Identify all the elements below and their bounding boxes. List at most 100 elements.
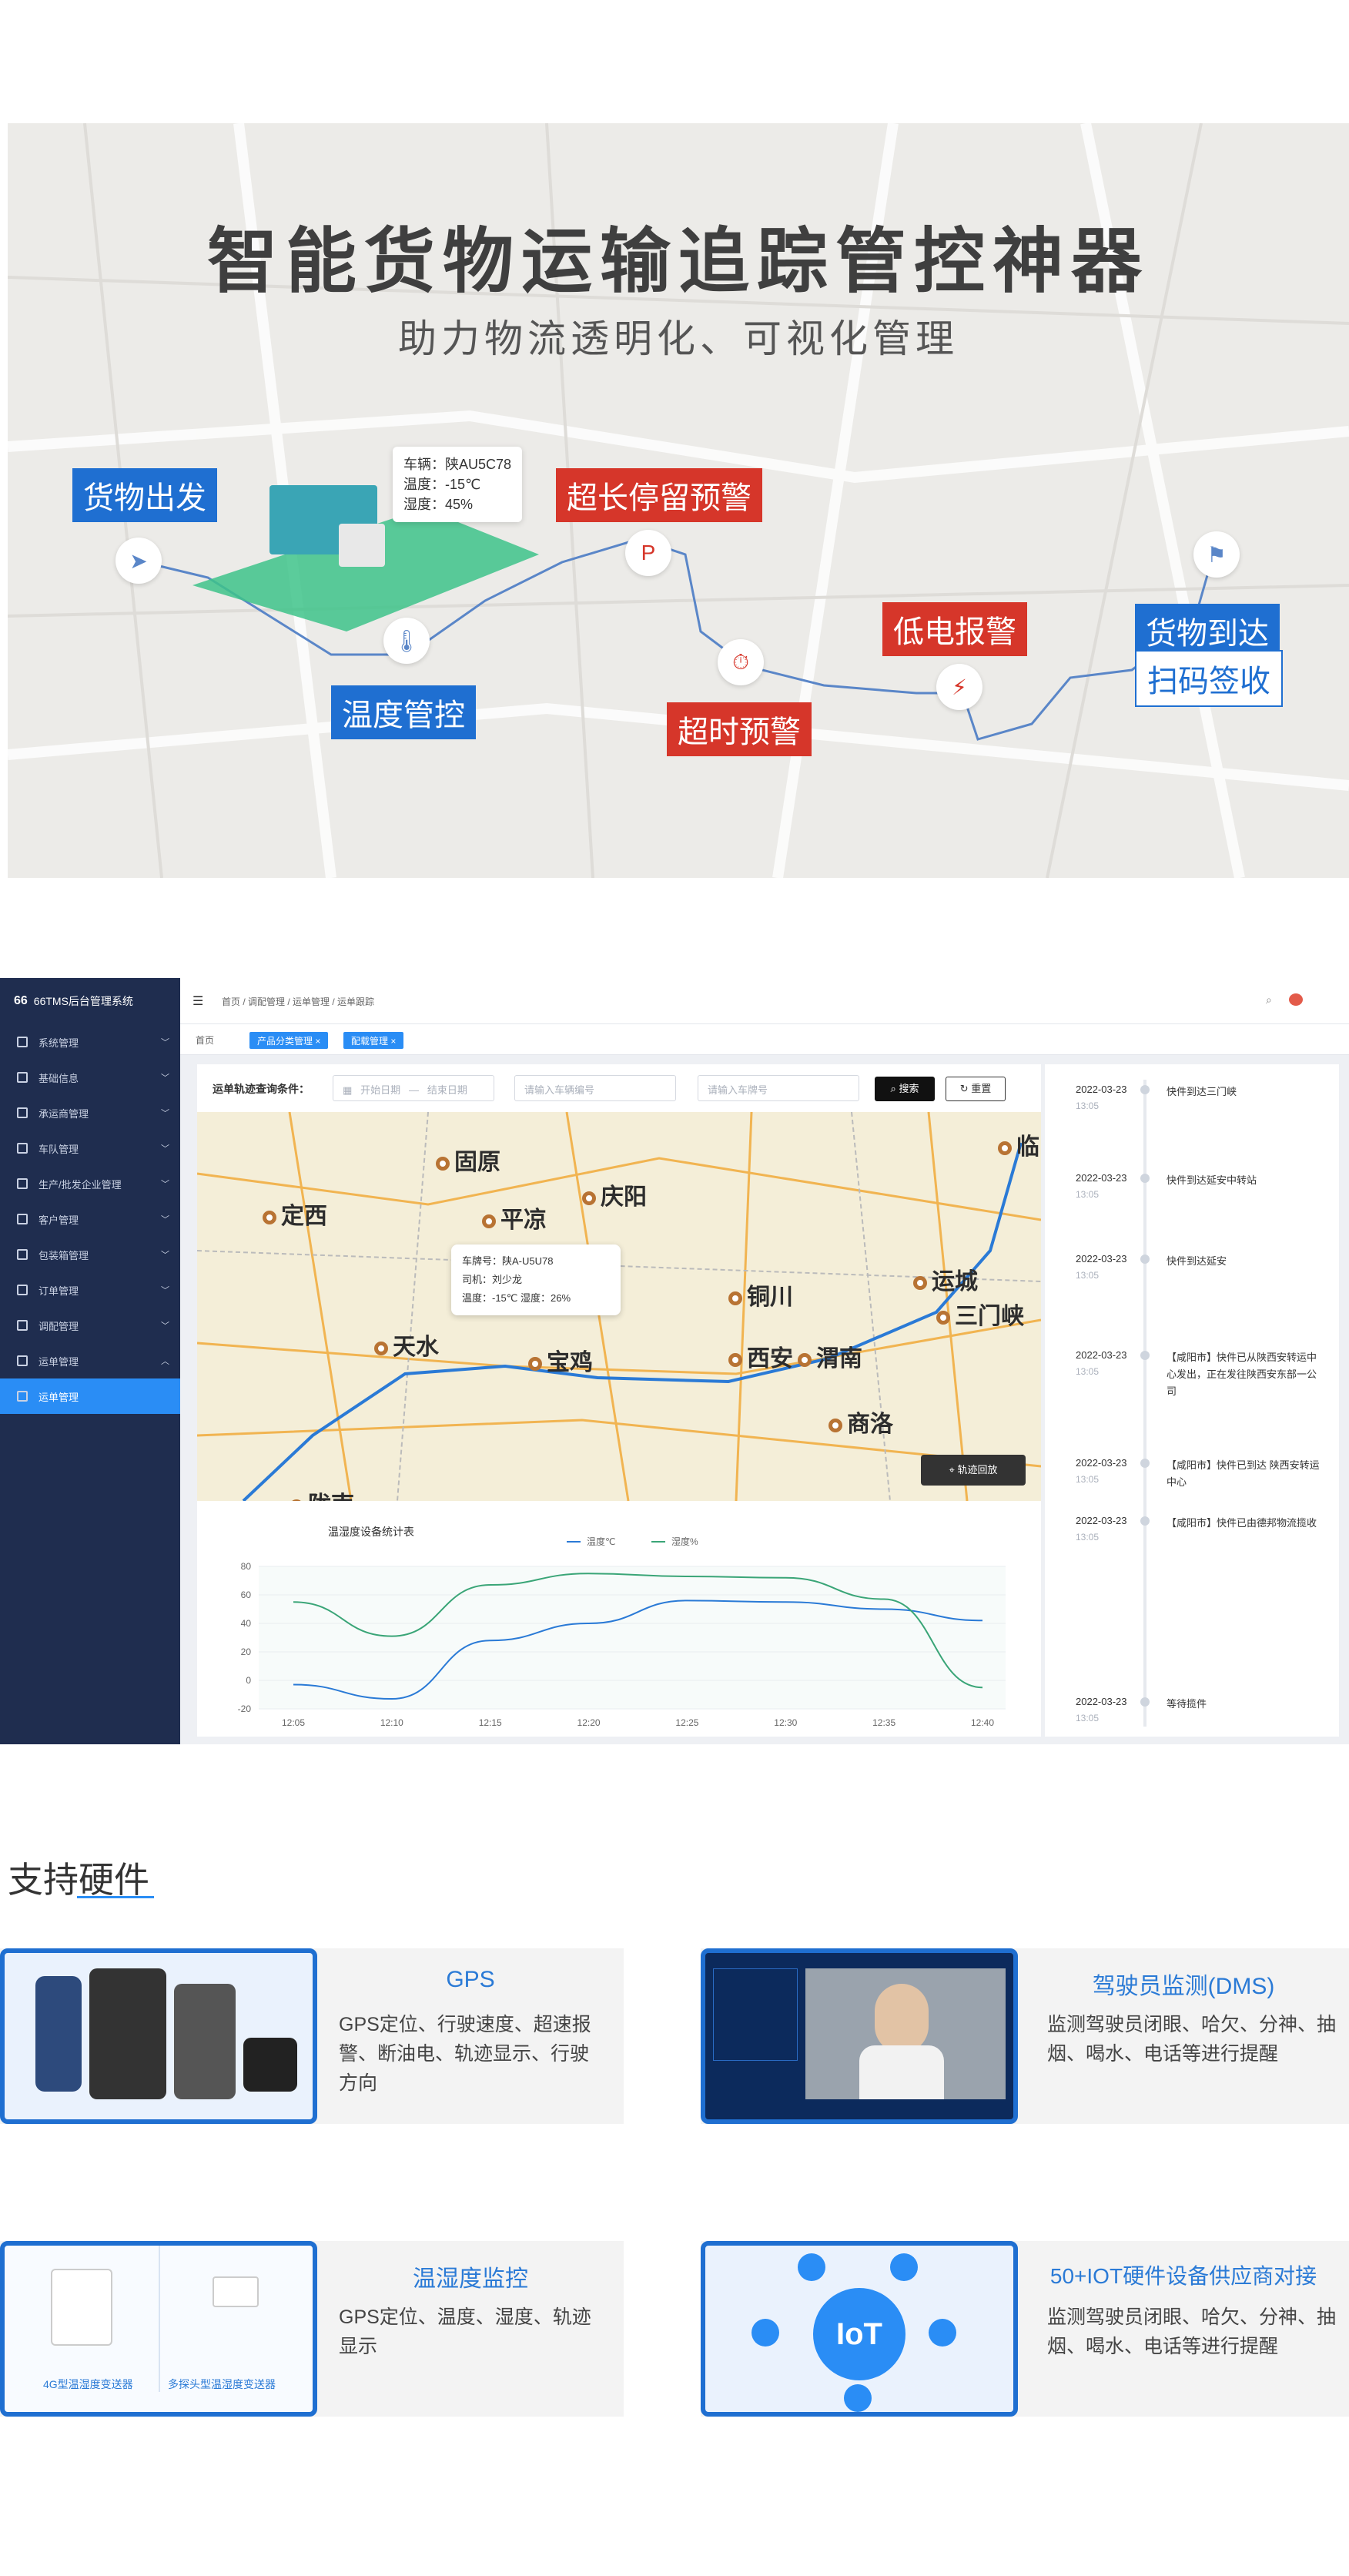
sidebar-item-1[interactable]: 基础信息 ﹀ [0,1060,180,1095]
chevron-down-icon: ﹀ [161,1251,169,1260]
menu-icon [17,1320,28,1331]
city-marker-icon [936,1311,950,1325]
chevron-down-icon: ﹀ [161,1215,169,1224]
sidebar-item-label: 调配管理 [38,1320,79,1332]
timeline-date: 2022-03-23 [1076,1172,1127,1184]
city-label: 庆阳 [601,1184,647,1210]
map-city: 天水 [374,1328,439,1362]
menu-icon [17,1178,28,1189]
menu-icon [17,1143,28,1154]
timeline-time: 13:05 [1076,1713,1100,1723]
sidebar-item-2[interactable]: 承运商管理 ﹀ [0,1095,180,1131]
topbar: ☰ 首页 / 调配管理 / 运单管理 / 运单跟踪 ⌕ [180,978,1349,1024]
city-label: 定西 [281,1204,327,1229]
timeline-node [1140,1459,1150,1468]
avatar[interactable] [1289,993,1303,1006]
search-button[interactable]: ⌕ 搜索 [875,1077,935,1101]
x-tick-label: 12:10 [380,1717,403,1728]
timeline-date: 2022-03-23 [1076,1253,1127,1265]
timeline-date: 2022-03-23 [1076,1696,1127,1707]
hardware-name-gps: GPS [446,1967,495,1992]
sidebar-item-label: 运单管理 [38,1355,79,1368]
timeline-text: 【咸阳市】快件已到达 陕西安转运中心 [1167,1459,1320,1488]
city-label: 临 [1016,1134,1039,1160]
city-marker-icon [263,1211,276,1225]
tab-loading[interactable]: 配载管理 × [343,1032,404,1049]
route-map[interactable]: 固原庆阳定西 平凉 临铜川 运城三门峡天水宝鸡 西安渭南商洛陇南 车牌号：陕A-U5U7… [197,1112,1041,1501]
timeline-text: 快件到达三门峡 [1167,1086,1237,1097]
y-tick-label: 40 [241,1618,252,1629]
hardware-card-gps: GPS GPS定位、行驶速度、超速报警、断油电、轨迹显示、行驶方向 [0,1948,624,2124]
x-tick-label: 12:05 [282,1717,305,1728]
timeline-node [1140,1085,1150,1094]
track-replay-button[interactable]: ⌖ 轨迹回放 [921,1455,1026,1486]
plot-area [259,1566,1006,1709]
map-city: 定西 [263,1197,327,1231]
flag-pin-icon: ⚑ [1193,531,1240,578]
timeline-time: 13:05 [1076,1474,1100,1485]
reset-button-label: 重置 [971,1083,992,1094]
sidebar-item-7[interactable]: 订单管理 ﹀ [0,1272,180,1308]
hardware-card-iot: IoT 50+IOT硬件设备供应商对接 监测驾驶员闭眼、哈欠、分神、抽烟、喝水、… [701,2241,1349,2417]
city-label: 宝鸡 [547,1350,593,1375]
popup-driver: 司机：刘少龙 [462,1274,523,1285]
dms-camera-image [701,1948,1018,2124]
sidebar-item-3[interactable]: 车队管理 ﹀ [0,1131,180,1166]
legend-label-0: 温度℃ [587,1536,615,1547]
menu-icon [17,1107,28,1118]
timeline-time: 13:05 [1076,1100,1100,1111]
city-label: 三门峡 [955,1304,1024,1329]
x-tick-label: 12:40 [971,1717,994,1728]
vehicle-number-input[interactable]: 请输入车辆编号 [514,1075,676,1101]
arrow-pin-icon: ➤ [115,538,162,584]
timeline-time: 13:05 [1076,1532,1100,1543]
map-city: 三门峡 [936,1297,1024,1331]
date-range-input[interactable]: ▦ 开始日期 — 结束日期 [333,1075,494,1101]
tab-home[interactable]: 首页 [196,1033,214,1047]
iot-icon: IoT [813,2288,905,2380]
sidebar-item-0[interactable]: 系统管理 ﹀ [0,1024,180,1060]
timeline-node [1140,1697,1150,1707]
sidebar-item-label: 承运商管理 [38,1107,89,1120]
city-label: 西安 [747,1346,793,1372]
sidebar-item-label: 客户管理 [38,1214,79,1226]
sidebar-item-label: 生产/批发企业管理 [38,1178,122,1191]
menu-icon [17,1391,28,1402]
sidebar-item-4[interactable]: 生产/批发企业管理 ﹀ [0,1166,180,1201]
chevron-down-icon: ﹀ [161,1074,169,1083]
parking-pin-icon: P [625,530,671,576]
chevron-down-icon: ﹀ [161,1144,169,1154]
tag-low-battery: 低电报警 [882,602,1027,656]
sidebar-item-10[interactable]: 运单管理 [0,1378,180,1414]
chart-svg: 温湿度设备统计表 80 60 40 20 0 -20 12:05 12:10 12:15 12:20… [238,1526,1006,1728]
timeline-text: 快件到达延安 [1167,1255,1227,1267]
reset-button[interactable]: ↻ 重置 [946,1077,1006,1101]
clock-pin-icon: ⏱ [718,639,764,685]
iot-image: IoT [701,2241,1018,2417]
city-label: 铜川 [747,1285,793,1310]
brand-name: 66TMS后台管理系统 [33,995,133,1007]
plate-number-input[interactable]: 请输入车牌号 [698,1075,859,1101]
sidebar-item-label: 订单管理 [38,1285,79,1297]
hero-title: 智能货物运输追踪管控神器 [206,223,1150,301]
x-tick-label: 12:15 [479,1717,502,1728]
tab-product-category[interactable]: 产品分类管理 × [249,1032,329,1049]
sidebar-item-5[interactable]: 客户管理 ﹀ [0,1201,180,1237]
city-label: 运城 [932,1269,978,1295]
popup-plate: 车牌号：陕A-U5U78 [462,1255,554,1267]
chevron-down-icon: ︿ [161,1357,169,1366]
timeline-date: 2022-03-23 [1076,1457,1127,1469]
tag-timeout: 超时预警 [667,702,812,756]
search-icon[interactable]: ⌕ [1266,993,1272,1007]
city-marker-icon [436,1157,450,1171]
menu-toggle-icon[interactable]: ☰ [192,993,203,1009]
sidebar-item-6[interactable]: 包装箱管理 ﹀ [0,1237,180,1272]
sidebar-item-9[interactable]: 运单管理 ︿ [0,1343,180,1378]
menu-icon [17,1355,28,1366]
timeline-date: 2022-03-23 [1076,1084,1127,1095]
timeline-node [1140,1351,1150,1360]
hardware-card-dms: 驾驶员监测(DMS) 监测驾驶员闭眼、哈欠、分神、抽烟、喝水、电话等进行提醒 [701,1948,1349,2124]
sidebar-item-8[interactable]: 调配管理 ﹀ [0,1308,180,1343]
chevron-down-icon: ﹀ [161,1286,169,1295]
chevron-down-icon: ﹀ [161,1180,169,1189]
